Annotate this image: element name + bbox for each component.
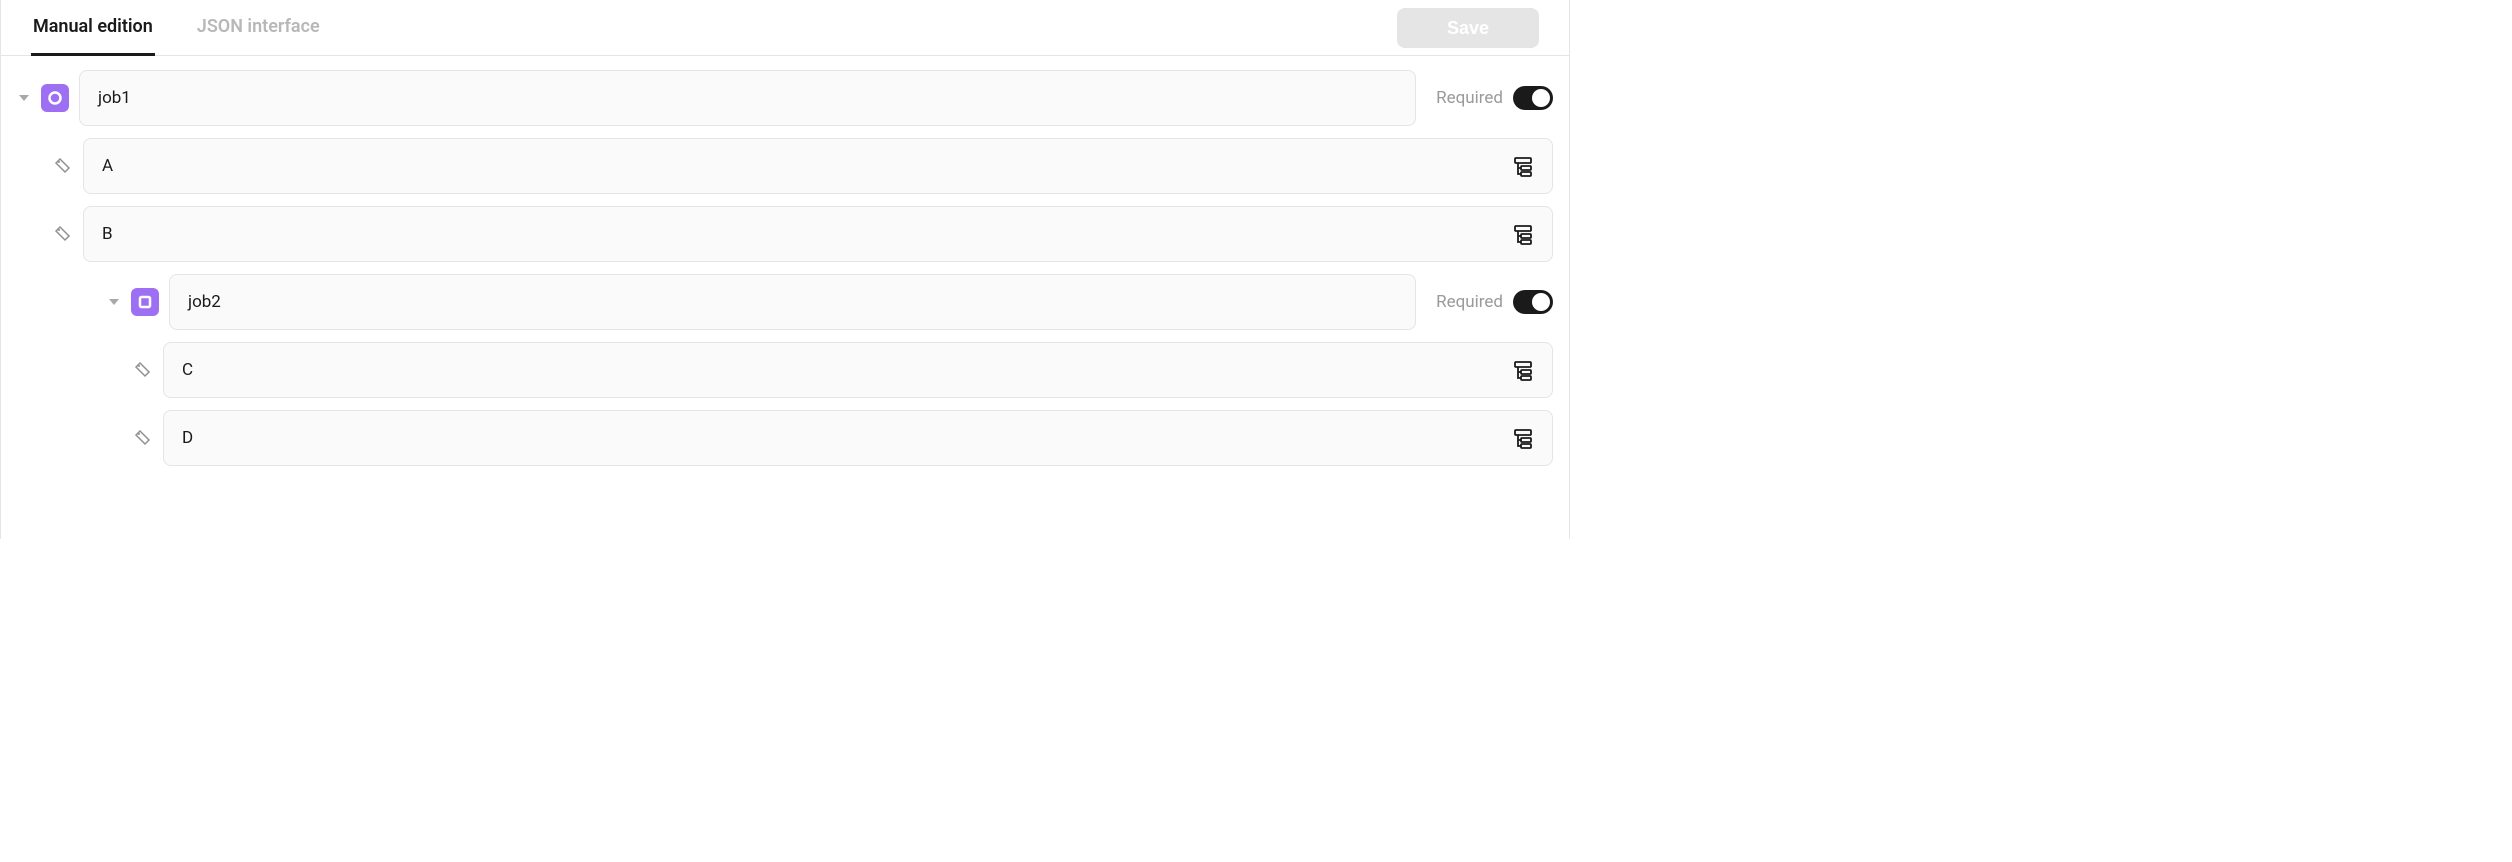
field-value: job1: [98, 88, 131, 108]
field-job1[interactable]: job1: [79, 70, 1416, 126]
tree-row-d: D: [17, 410, 1553, 466]
structure-icon[interactable]: [1512, 427, 1534, 449]
tabs: Manual edition JSON interface: [31, 0, 322, 55]
field-b[interactable]: B: [83, 206, 1553, 262]
tree-row-job2: job2 Required: [17, 274, 1553, 330]
tree-row-job1: job1 Required: [17, 70, 1553, 126]
tag-icon: [53, 156, 73, 176]
required-label: Required: [1436, 88, 1503, 108]
field-value: A: [102, 156, 113, 176]
tree-row-c: C: [17, 342, 1553, 398]
required-label: Required: [1436, 292, 1503, 312]
tree-row-a: A: [17, 138, 1553, 194]
toggle-knob: [1532, 293, 1550, 311]
tag-icon: [133, 360, 153, 380]
required-toggle[interactable]: [1513, 86, 1553, 110]
field-c[interactable]: C: [163, 342, 1553, 398]
toggle-knob: [1532, 89, 1550, 107]
field-value: job2: [188, 292, 221, 312]
editor-panel: Manual edition JSON interface Save job1 …: [0, 0, 1570, 539]
structure-icon[interactable]: [1512, 155, 1534, 177]
field-value: D: [182, 428, 193, 448]
structure-icon[interactable]: [1512, 223, 1534, 245]
tree-row-b: B: [17, 206, 1553, 262]
header-bar: Manual edition JSON interface Save: [1, 0, 1569, 56]
tag-icon: [133, 428, 153, 448]
field-value: B: [102, 224, 113, 244]
tag-icon: [53, 224, 73, 244]
structure-icon[interactable]: [1512, 359, 1534, 381]
caret-icon[interactable]: [17, 91, 31, 105]
field-job2[interactable]: job2: [169, 274, 1416, 330]
field-a[interactable]: A: [83, 138, 1553, 194]
circle-badge-icon: [41, 84, 69, 112]
save-button[interactable]: Save: [1397, 8, 1539, 48]
required-toggle[interactable]: [1513, 290, 1553, 314]
square-badge-icon: [131, 288, 159, 316]
field-d[interactable]: D: [163, 410, 1553, 466]
tab-manual-edition[interactable]: Manual edition: [31, 0, 155, 56]
tab-json-interface[interactable]: JSON interface: [195, 0, 322, 56]
tree-content: job1 Required A: [1, 56, 1569, 498]
field-value: C: [182, 360, 193, 380]
caret-icon[interactable]: [107, 295, 121, 309]
